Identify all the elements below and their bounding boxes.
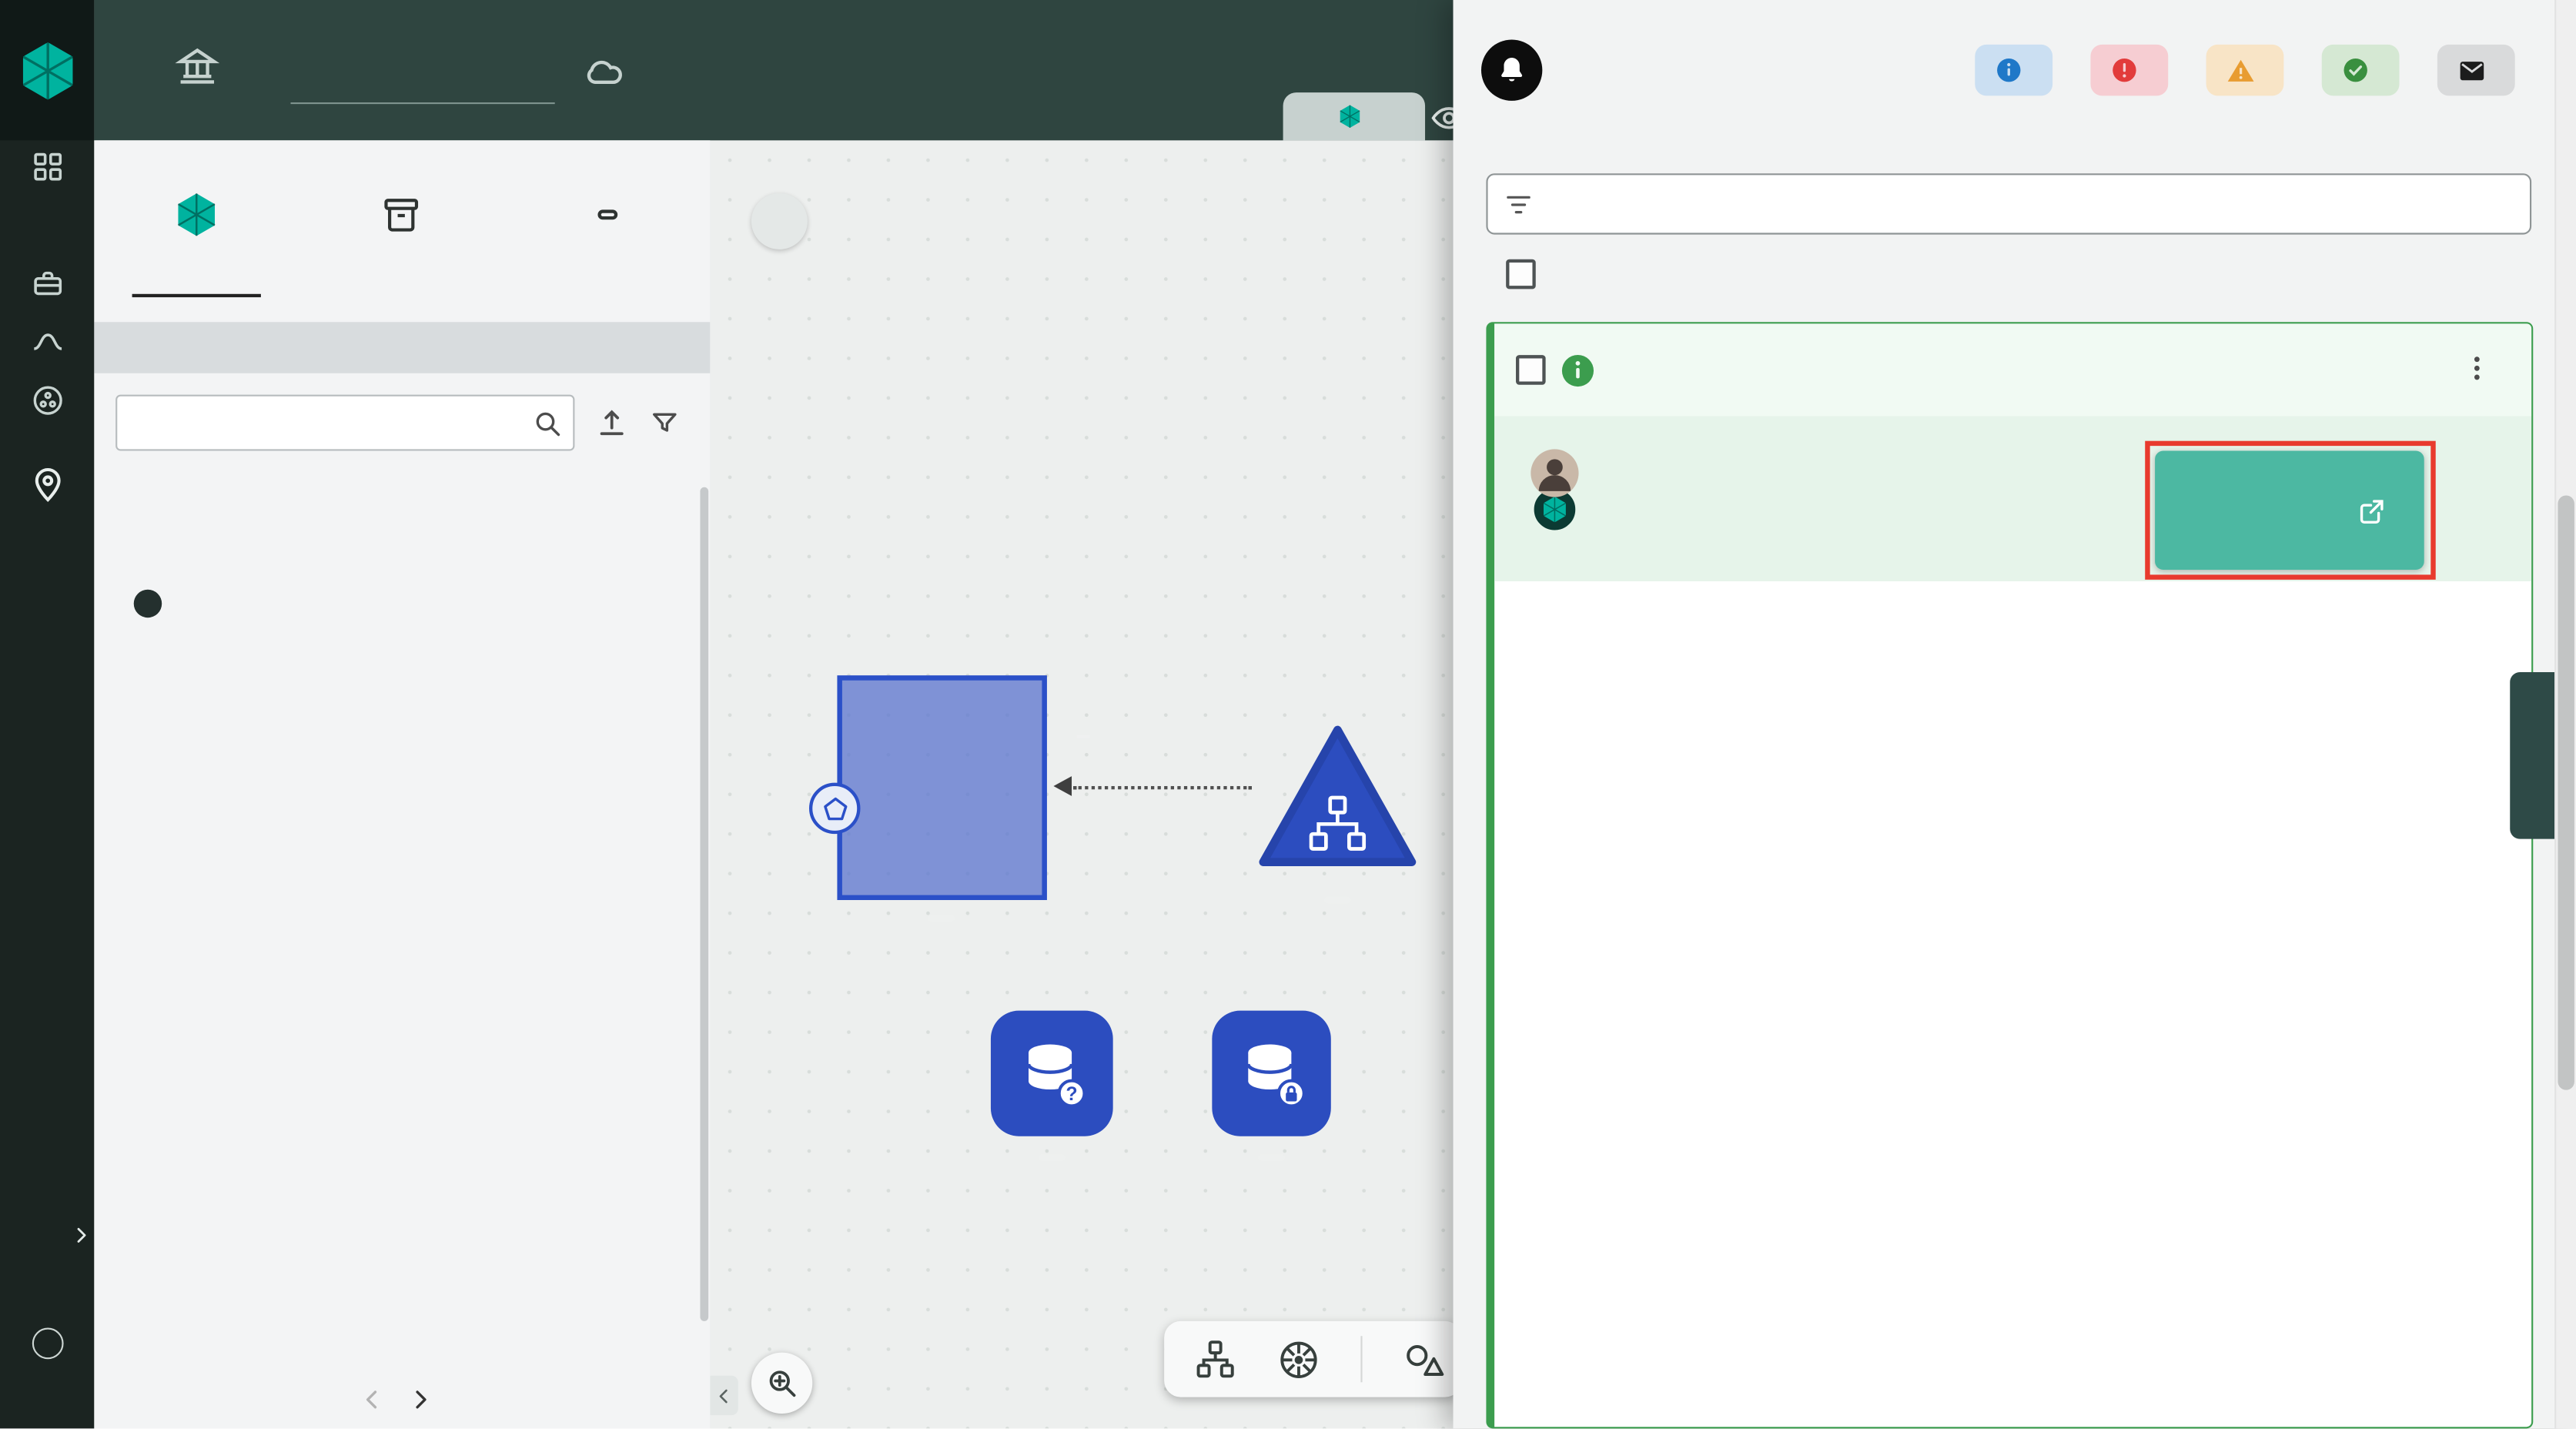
tab-filters[interactable] xyxy=(505,140,711,297)
panel-collapse-chevron[interactable] xyxy=(710,1376,738,1415)
toolbox-icon[interactable] xyxy=(31,267,64,300)
designs-panel xyxy=(94,140,710,1429)
panel-scrollbar-track[interactable] xyxy=(2554,0,2576,1429)
kubernetes-icon[interactable] xyxy=(1276,1337,1321,1381)
designs-tab-icon xyxy=(174,191,220,237)
filter-designs-icon[interactable] xyxy=(649,407,681,439)
tab-designs[interactable] xyxy=(94,140,299,297)
design-canvas[interactable]: ? xyxy=(710,140,1453,1429)
catalog-archive-icon xyxy=(380,192,423,236)
dashboard-icon[interactable] xyxy=(31,150,64,183)
meshery-logo[interactable] xyxy=(0,0,94,140)
filter-notifications-input[interactable] xyxy=(1549,190,2514,218)
node-label-wp-pv-claim xyxy=(1039,1154,1065,1161)
notification-detail-section xyxy=(1494,417,2531,581)
node-label-wordpress-square xyxy=(928,915,954,922)
edge-connection[interactable] xyxy=(1073,786,1252,789)
search-design-input[interactable] xyxy=(115,395,574,451)
warning-count-badge[interactable] xyxy=(2206,45,2284,95)
notification-header-row[interactable] xyxy=(1494,323,2531,416)
extensions-icon[interactable] xyxy=(30,383,65,418)
edge-arrowhead xyxy=(1053,776,1072,796)
dock-divider xyxy=(1360,1336,1362,1382)
next-page-button[interactable] xyxy=(406,1385,434,1413)
node-pentagon-badge[interactable] xyxy=(809,783,860,834)
notification-badges xyxy=(1975,45,2514,95)
node-wp-pv[interactable] xyxy=(1212,1011,1330,1136)
pagination-bar xyxy=(94,1370,710,1429)
envelope-icon xyxy=(2457,55,2487,85)
info-count-badge[interactable] xyxy=(1975,45,2052,95)
design-list-scrollbar[interactable] xyxy=(700,487,708,1321)
designs-count-header xyxy=(94,322,710,373)
success-icon xyxy=(2341,56,2369,84)
shapes-icon[interactable] xyxy=(1402,1337,1445,1380)
node-label-wp-pv xyxy=(1258,1154,1284,1161)
error-icon xyxy=(2110,56,2138,84)
feedback-tab[interactable] xyxy=(2510,672,2554,839)
design-owner-avatar xyxy=(134,590,162,617)
cloud-sync-icon[interactable] xyxy=(581,48,626,92)
zoom-button[interactable] xyxy=(751,1353,812,1414)
node-wordpress-container[interactable] xyxy=(837,675,1046,900)
user-avatar xyxy=(1531,449,1578,497)
annotation-highlight-rect xyxy=(2145,441,2436,580)
warning-icon xyxy=(2225,55,2255,85)
app-window: ? xyxy=(0,0,2576,1429)
info-icon xyxy=(1995,56,2022,84)
panel-scrollbar-thumb[interactable] xyxy=(2557,495,2573,1089)
layout-sitemap-icon[interactable] xyxy=(1194,1337,1237,1380)
top-header xyxy=(94,0,1453,140)
info-status-icon xyxy=(1559,352,1597,390)
filter-lines-icon xyxy=(1504,189,1534,219)
notification-bell-icon[interactable] xyxy=(1481,39,1542,100)
organization-icon[interactable] xyxy=(175,43,219,88)
active-tab-indicator xyxy=(132,294,261,297)
tab-design[interactable] xyxy=(1283,92,1425,141)
help-icon[interactable] xyxy=(32,1327,63,1359)
notification-group-card xyxy=(1486,322,2533,1429)
error-count-badge[interactable] xyxy=(2090,45,2168,95)
filter-notifications-box xyxy=(1486,173,2531,234)
previous-page-button[interactable] xyxy=(358,1385,386,1413)
design-list xyxy=(94,528,710,1374)
node-wordpress-service[interactable] xyxy=(1255,721,1420,870)
panel-tab-bar xyxy=(94,140,710,297)
location-pin-icon[interactable] xyxy=(28,466,65,504)
svg-text:?: ? xyxy=(1066,1084,1078,1105)
tab-catalog[interactable] xyxy=(299,140,505,297)
node-wp-pv-claim[interactable]: ? xyxy=(991,1011,1113,1136)
search-icon[interactable] xyxy=(532,408,564,440)
node-label-wordpress-triangle xyxy=(1324,897,1350,904)
notifications-panel xyxy=(1454,0,2576,1429)
success-count-badge[interactable] xyxy=(2322,45,2400,95)
edge-port-label xyxy=(1076,735,1089,738)
sidebar-expand-chevron[interactable] xyxy=(68,1217,94,1253)
design-search-row xyxy=(115,395,710,451)
notification-menu-kebab[interactable] xyxy=(2461,352,2494,385)
canvas-dock xyxy=(1164,1321,1453,1397)
wasm-filters-icon xyxy=(597,209,617,219)
performance-curve-icon[interactable] xyxy=(31,326,64,359)
import-design-icon[interactable] xyxy=(594,406,629,440)
select-all-checkbox[interactable] xyxy=(1506,259,1536,289)
canvas-settings-gear[interactable] xyxy=(751,193,808,249)
read-count-badge[interactable] xyxy=(2437,45,2515,95)
app-sidebar xyxy=(0,0,94,1429)
design-name-input[interactable] xyxy=(291,59,555,104)
notification-checkbox[interactable] xyxy=(1516,355,1546,385)
